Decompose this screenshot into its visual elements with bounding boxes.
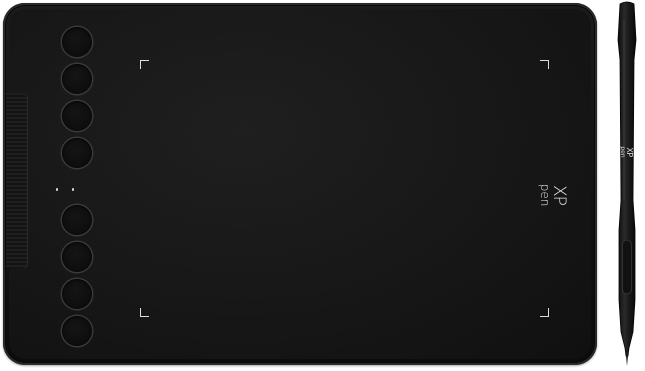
express-key-1[interactable]: [62, 27, 92, 57]
express-key-6[interactable]: [62, 242, 92, 272]
active-area-corner-bottom-left: [140, 308, 149, 317]
active-area-corner-top-right: [540, 60, 549, 69]
express-key-4[interactable]: [62, 138, 92, 168]
express-key-8[interactable]: [62, 316, 92, 346]
tablet-surface: [9, 9, 591, 359]
tablet-logo: XP pen: [538, 173, 569, 217]
active-area-corner-top-left: [140, 60, 149, 69]
side-grip: [6, 93, 28, 269]
stylus-pen[interactable]: [605, 0, 645, 371]
express-key-7[interactable]: [62, 279, 92, 309]
tablet-logo-top: XP: [549, 185, 569, 205]
pen-side-button: [622, 239, 632, 295]
indicator-led-left: [56, 188, 58, 191]
drawing-tablet: XP pen: [3, 3, 597, 365]
express-key-2[interactable]: [62, 64, 92, 94]
pen-nib: [626, 356, 628, 366]
pen-logo-top: XP: [625, 147, 634, 157]
express-key-3[interactable]: [62, 101, 92, 131]
pen-logo: XP pen: [618, 140, 634, 164]
tablet-logo-bottom: pen: [538, 183, 552, 207]
pen-body: [617, 1, 637, 357]
pen-logo-bottom: pen: [619, 146, 626, 158]
indicator-led-right: [72, 188, 74, 191]
express-key-5[interactable]: [62, 205, 92, 235]
active-area-corner-bottom-right: [540, 308, 549, 317]
